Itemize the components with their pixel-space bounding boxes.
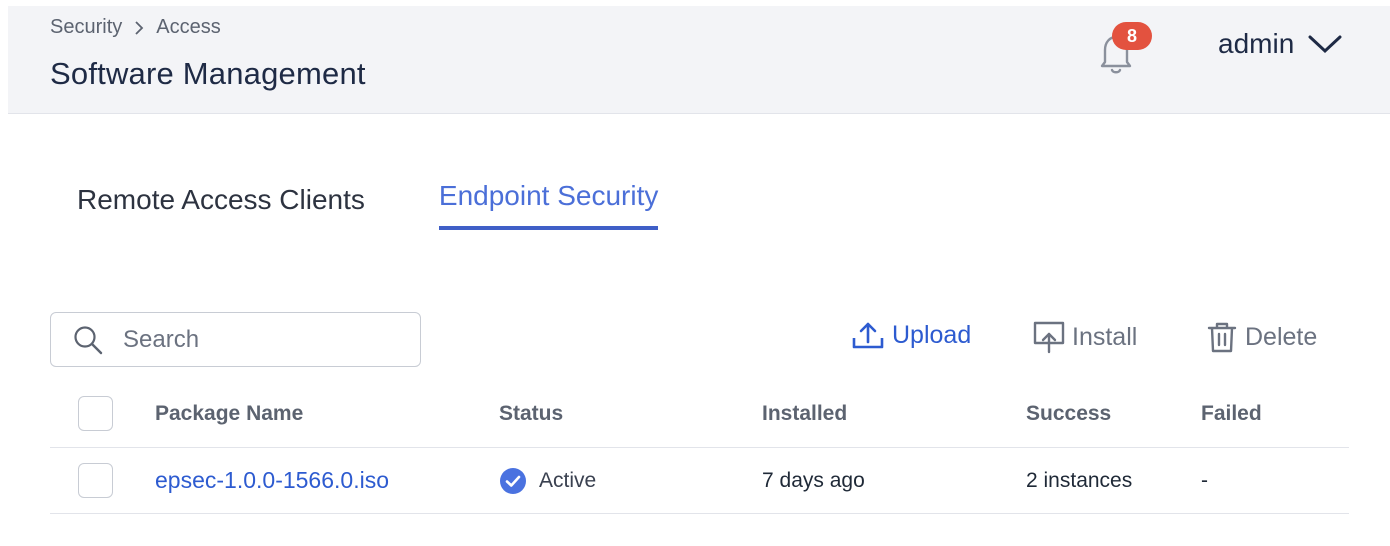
status-cell: Active [499,448,596,513]
tab-remote-access-clients[interactable]: Remote Access Clients [77,184,365,230]
notification-count-badge: 8 [1112,22,1152,50]
column-header-success[interactable]: Success [1026,380,1111,447]
success-cell: 2 instances [1026,468,1133,492]
upload-button[interactable]: Upload [850,320,971,350]
row-checkbox[interactable] [78,463,113,498]
page-title: Software Management [50,56,366,91]
install-button[interactable]: Install [1032,320,1137,354]
installed-cell: 7 days ago [762,468,865,492]
search-box[interactable] [50,312,421,367]
check-circle-icon [500,467,526,494]
install-icon [1033,321,1065,354]
search-input[interactable] [123,325,383,354]
breadcrumb: Security Access [50,16,221,39]
page-header: Security Access Software Management [8,6,1390,114]
user-menu[interactable]: admin [1218,28,1342,60]
delete-button[interactable]: Delete [1205,320,1317,354]
breadcrumb-item-security[interactable]: Security [50,16,122,39]
upload-label: Upload [892,320,972,349]
package-name-link[interactable]: epsec-1.0.0-1566.0.iso [155,467,389,494]
column-header-package-name[interactable]: Package Name [155,380,303,447]
status-text: Active [539,468,597,492]
chevron-down-icon [1308,35,1342,54]
upload-icon [852,322,884,349]
trash-icon [1207,322,1237,353]
user-name: admin [1218,28,1295,59]
column-header-failed[interactable]: Failed [1201,380,1262,447]
failed-cell: - [1201,468,1208,492]
tab-bar: Remote Access Clients Endpoint Security [77,180,659,230]
chevron-right-icon [135,20,144,35]
column-header-installed[interactable]: Installed [762,380,847,447]
search-icon [74,325,103,354]
column-header-status[interactable]: Status [499,380,563,447]
delete-label: Delete [1245,322,1318,351]
table-header-row: Package Name Status Installed Success Fa… [50,380,1349,448]
table-row[interactable]: epsec-1.0.0-1566.0.iso Active 7 days ago… [50,448,1349,514]
breadcrumb-item-access[interactable]: Access [156,16,220,39]
tab-endpoint-security[interactable]: Endpoint Security [438,180,659,230]
install-label: Install [1072,322,1138,351]
packages-table: Package Name Status Installed Success Fa… [50,380,1349,514]
select-all-checkbox[interactable] [78,396,113,431]
